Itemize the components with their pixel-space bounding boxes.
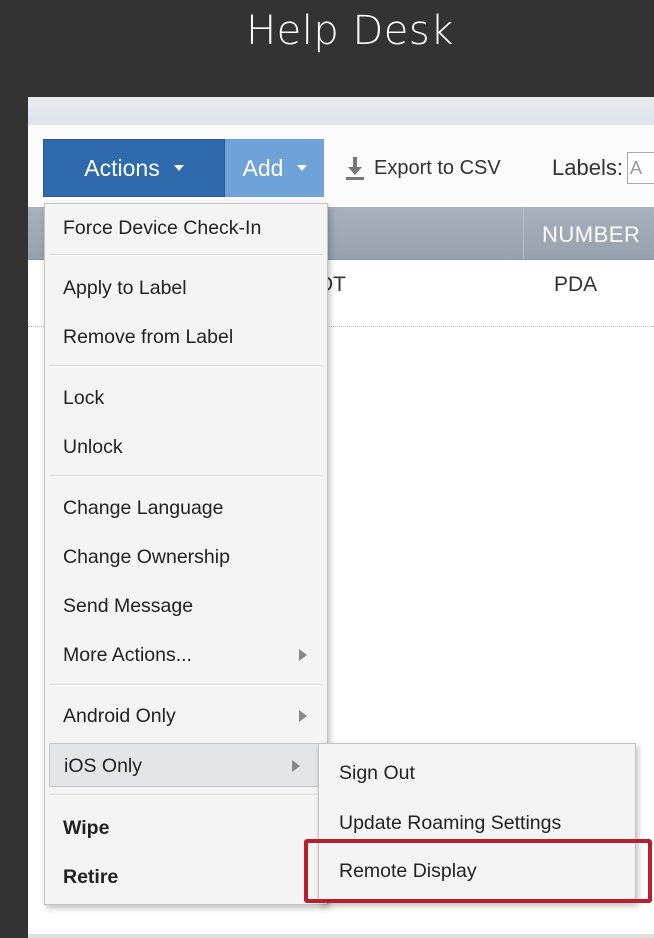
menu-item-label: Change Language (63, 497, 224, 519)
submenu-item-sign-out[interactable]: Sign Out (319, 750, 635, 796)
export-label: Export to CSV (374, 156, 501, 179)
slide-title: Help Desk (246, 8, 454, 54)
column-divider (523, 207, 524, 259)
menu-item-label: Wipe (63, 817, 110, 839)
actions-button[interactable]: Actions (43, 139, 225, 197)
labels-label: Labels: (552, 155, 623, 180)
menu-item-wipe[interactable]: Wipe (45, 806, 327, 850)
menu-item-more-actions[interactable]: More Actions... (45, 633, 327, 677)
menu-item-force-device-check-in[interactable]: Force Device Check-In (45, 206, 327, 250)
menu-item-label: Send Message (63, 595, 194, 617)
menu-item-change-ownership[interactable]: Change Ownership (45, 535, 327, 579)
menu-item-unlock[interactable]: Unlock (45, 425, 327, 469)
menu-item-label: Change Ownership (63, 546, 230, 568)
menu-separator (49, 365, 323, 367)
menu-item-label: More Actions... (63, 644, 192, 666)
chevron-down-icon (297, 165, 308, 171)
export-to-csv-button[interactable]: Export to CSV (344, 139, 501, 197)
menu-item-send-message[interactable]: Send Message (45, 584, 327, 628)
submenu-item-label: Update Roaming Settings (339, 812, 562, 834)
frame-bottom-edge (28, 934, 654, 938)
chevron-right-icon (292, 760, 300, 772)
menu-item-label: iOS Only (64, 755, 143, 777)
actions-button-label: Actions (84, 154, 160, 181)
labels-input[interactable]: A (626, 152, 654, 184)
column-header-number[interactable]: NUMBER (542, 207, 640, 259)
window-top-strip (28, 97, 654, 126)
labels-filter: Labels: A (552, 139, 654, 197)
chevron-down-icon (173, 165, 184, 171)
menu-separator (49, 684, 323, 686)
menu-item-label: Force Device Check-In (63, 217, 262, 239)
menu-item-label: Android Only (63, 705, 176, 727)
menu-item-label: Remove from Label (63, 326, 234, 348)
menu-separator (49, 794, 323, 796)
menu-item-android-only[interactable]: Android Only (45, 694, 327, 738)
table-cell: PDA (554, 273, 598, 296)
menu-item-change-language[interactable]: Change Language (45, 486, 327, 530)
chevron-right-icon (299, 710, 307, 722)
add-button-label: Add (242, 154, 284, 181)
menu-separator (49, 475, 323, 477)
menu-item-lock[interactable]: Lock (45, 376, 327, 420)
menu-item-label: Retire (63, 866, 119, 888)
add-button[interactable]: Add (208, 139, 324, 197)
menu-item-apply-to-label[interactable]: Apply to Label (45, 266, 327, 310)
app-window: Add Actions Export to CSV Labels: A NUMB… (28, 97, 654, 938)
submenu-item-label: Sign Out (339, 762, 415, 784)
menu-item-ios-only[interactable]: iOS Only (49, 743, 321, 787)
download-icon (346, 157, 364, 180)
menu-item-retire[interactable]: Retire (45, 855, 327, 899)
annotation-highlight-box (304, 839, 652, 903)
menu-item-label: Unlock (63, 436, 123, 458)
actions-menu: Force Device Check-In Apply to Label Rem… (44, 203, 328, 905)
menu-item-label: Apply to Label (63, 277, 187, 299)
menu-item-remove-from-label[interactable]: Remove from Label (45, 315, 327, 359)
menu-item-label: Lock (63, 387, 105, 409)
chevron-right-icon (299, 649, 307, 661)
menu-separator (49, 254, 323, 256)
